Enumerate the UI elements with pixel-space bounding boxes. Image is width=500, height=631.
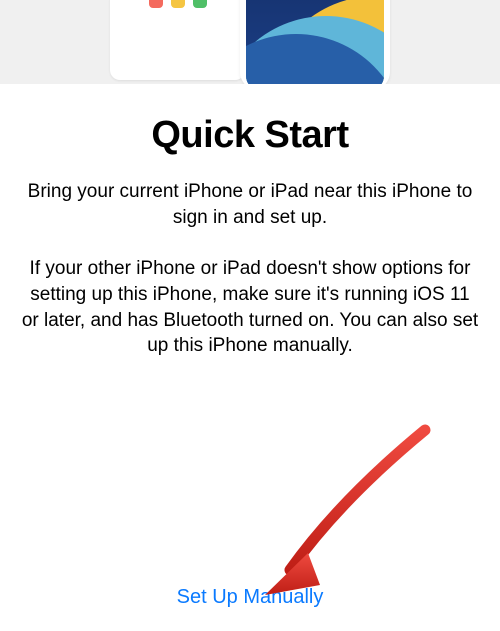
instruction-primary: Bring your current iPhone or iPad near t… xyxy=(18,179,482,230)
this-device-illustration xyxy=(240,0,390,84)
main-content: Quick Start Bring your current iPhone or… xyxy=(0,84,500,359)
app-icon-green xyxy=(193,0,207,8)
app-icon-red xyxy=(149,0,163,8)
set-up-manually-button[interactable]: Set Up Manually xyxy=(0,586,500,609)
app-icon-yellow xyxy=(171,0,185,8)
app-icons-row xyxy=(149,0,207,8)
instruction-secondary: If your other iPhone or iPad doesn't sho… xyxy=(18,256,482,359)
buddy-device-illustration xyxy=(110,0,245,80)
hero-illustration xyxy=(0,0,500,84)
page-title: Quick Start xyxy=(18,114,482,157)
this-device-wallpaper xyxy=(246,0,384,84)
